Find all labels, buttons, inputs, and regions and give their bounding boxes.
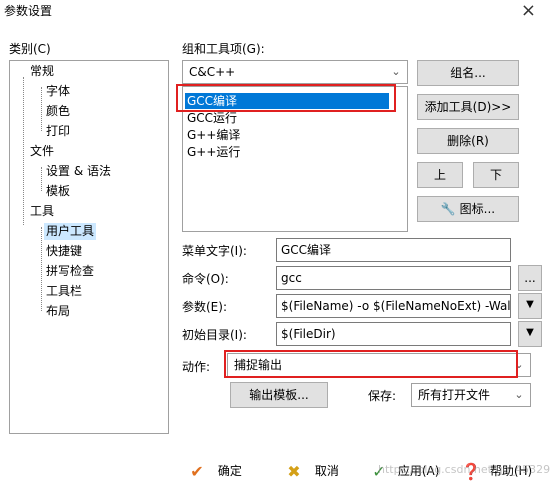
tree-item-tools[interactable]: 工具 xyxy=(30,203,54,220)
initdir-dropdown-icon[interactable]: ▼ xyxy=(518,321,542,347)
move-up-button[interactable]: 上 xyxy=(417,162,463,188)
tool-item-gcc-run[interactable]: GCC运行 xyxy=(185,110,239,126)
tree-item-template[interactable]: 模板 xyxy=(46,183,70,200)
check-icon: ✔ xyxy=(190,461,204,481)
icon-button[interactable]: 🔧 图标... xyxy=(417,196,519,222)
tree-item-color[interactable]: 颜色 xyxy=(46,103,70,120)
params-dropdown-icon[interactable]: ▼ xyxy=(518,293,542,319)
close-icon: ✖ xyxy=(287,461,301,481)
icon-button-label: 图标... xyxy=(459,202,496,216)
save-select-value: 所有打开文件 xyxy=(418,388,491,402)
tool-item-gpp-run[interactable]: G++运行 xyxy=(185,144,242,160)
tree-item-settings-syntax[interactable]: 设置 & 语法 xyxy=(46,163,111,180)
tree-item-file[interactable]: 文件 xyxy=(30,143,54,160)
category-label: 类别(C) xyxy=(9,42,51,56)
wrench-icon: 🔧 xyxy=(440,202,456,216)
category-tree[interactable]: 常规 字体 颜色 打印 文件 设置 & 语法 模板 工具 用户工具 快捷键 拼写… xyxy=(9,60,169,434)
group-name-button[interactable]: 组名... xyxy=(417,60,519,86)
params-input[interactable]: $(FileName) -o $(FileNameNoExt) -Wall xyxy=(276,294,511,318)
output-template-button[interactable]: 输出模板... xyxy=(230,382,328,408)
command-browse-button[interactable]: ... xyxy=(518,265,542,291)
tree-connector xyxy=(23,77,24,225)
tool-item-gpp-compile[interactable]: G++编译 xyxy=(185,127,242,143)
action-label: 动作: xyxy=(182,360,211,374)
tree-item-spellcheck[interactable]: 拼写检查 xyxy=(46,263,94,280)
ok-button[interactable]: ✔ 确定 xyxy=(186,458,242,484)
group-select[interactable]: C&C++ ⌄ xyxy=(182,60,408,84)
chevron-down-icon: ⌄ xyxy=(514,388,524,401)
watermark-text: https://blog.csdn.net/qq_45329719 xyxy=(378,463,550,476)
params-label: 参数(E): xyxy=(182,300,227,314)
tree-item-font[interactable]: 字体 xyxy=(46,83,70,100)
cancel-label: 取消 xyxy=(314,464,339,478)
highlight-box xyxy=(224,350,518,378)
command-label: 命令(O): xyxy=(182,272,229,286)
cancel-button[interactable]: ✖ 取消 xyxy=(283,458,339,484)
tree-item-print[interactable]: 打印 xyxy=(46,123,70,140)
close-icon[interactable]: × xyxy=(521,0,536,21)
window-title: 参数设置 xyxy=(4,4,53,18)
chevron-down-icon: ⌄ xyxy=(391,65,401,78)
highlight-box xyxy=(176,84,396,112)
tree-connector xyxy=(41,87,42,131)
command-input[interactable]: gcc xyxy=(276,266,511,290)
tree-item-shortcuts[interactable]: 快捷键 xyxy=(46,243,82,260)
tree-connector xyxy=(41,227,42,311)
tree-item-user-tools[interactable]: 用户工具 xyxy=(44,223,97,240)
ok-label: 确定 xyxy=(217,464,242,478)
tree-item-layout[interactable]: 布局 xyxy=(46,303,70,320)
group-label: 组和工具项(G): xyxy=(182,42,265,56)
tree-item-general[interactable]: 常规 xyxy=(30,63,54,80)
tree-item-toolbar[interactable]: 工具栏 xyxy=(46,283,82,300)
delete-button[interactable]: 删除(R) xyxy=(417,128,519,154)
group-select-value: C&C++ xyxy=(189,65,236,79)
initdir-label: 初始目录(I): xyxy=(182,328,247,342)
save-select[interactable]: 所有打开文件 ⌄ xyxy=(411,383,531,407)
add-tool-button[interactable]: 添加工具(D)>> xyxy=(417,94,519,120)
menu-text-input[interactable]: GCC编译 xyxy=(276,238,511,262)
save-label: 保存: xyxy=(368,389,397,403)
menu-text-label: 菜单文字(I): xyxy=(182,244,247,258)
move-down-button[interactable]: 下 xyxy=(473,162,519,188)
initdir-input[interactable]: $(FileDir) xyxy=(276,322,511,346)
tree-connector xyxy=(41,167,42,191)
